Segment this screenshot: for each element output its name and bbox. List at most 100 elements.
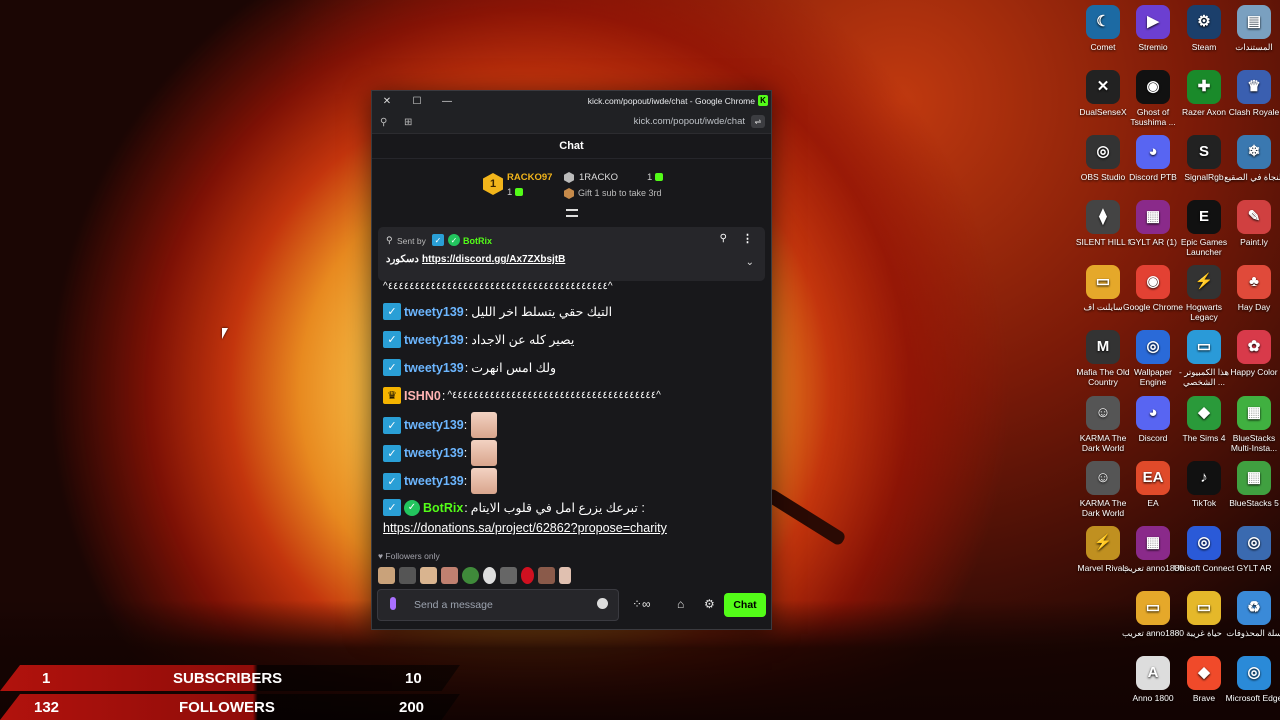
desktop-shortcut-label: سلة المحذوفات [1226, 628, 1280, 638]
site-settings-icon[interactable]: ⇌ [751, 115, 765, 128]
app-icon: A [1136, 656, 1170, 690]
desktop-shortcut[interactable]: ▦ BlueStacks 5 [1222, 461, 1280, 508]
app-icon: ▭ [1187, 330, 1221, 364]
message-username[interactable]: tweety139 [404, 361, 464, 375]
emote-10[interactable] [559, 567, 571, 584]
pinned-discord-link[interactable]: https://discord.gg/Ax7ZXbsjtB [422, 254, 565, 265]
close-window-button[interactable]: ✕ [372, 96, 402, 107]
app-icon: ⚡ [1086, 526, 1120, 560]
leader-2-name[interactable]: 1RACKO [579, 172, 618, 183]
emote-8[interactable] [521, 567, 534, 584]
desktop-shortcut[interactable]: ♛ Clash Royale [1222, 70, 1280, 117]
bot-badge-icon: ✓ [432, 234, 444, 246]
pinned-author[interactable]: BotRix [463, 236, 492, 246]
message-username[interactable]: tweety139 [404, 474, 464, 488]
points-icon[interactable]: ⁘∞ [632, 597, 651, 611]
emote-9[interactable] [538, 567, 555, 584]
microphone-icon[interactable] [390, 597, 396, 610]
followers-goal: 200 [399, 699, 425, 716]
desktop-shortcut-label: النجاة في الصقيع [1224, 172, 1280, 182]
bot-badge-icon: ✓ [383, 359, 401, 376]
desktop-shortcut[interactable]: ♻ سلة المحذوفات [1222, 591, 1280, 638]
app-icon: ♣ [1237, 265, 1271, 299]
verified-badge-icon: ✓ [448, 234, 460, 246]
app-icon: ✕ [1086, 70, 1120, 104]
more-options-icon[interactable]: ⋮ [742, 232, 753, 245]
chat-message: ✓ tweety139 : التيك حقي يتسلط اخر الليل [383, 303, 612, 320]
chat-message: ✓ tweety139 : [383, 440, 498, 466]
chat-message: ♛ ISHN0 : ^٤٤٤٤٤٤٤٤٤٤٤٤٤٤٤٤٤٤٤٤٤٤٤٤٤٤٤٤٤… [383, 387, 661, 404]
emote-2[interactable] [399, 567, 416, 584]
leader-1-name[interactable]: RACKO97 [507, 172, 552, 183]
desktop-shortcut-label: Microsoft Edge [1225, 693, 1280, 703]
maximize-window-button[interactable]: ☐ [402, 96, 432, 107]
collapse-leaderboard-icon[interactable] [566, 209, 578, 217]
pin-icon: ⚲ [386, 235, 393, 245]
message-input[interactable]: Send a message [377, 589, 619, 621]
desktop-shortcut[interactable]: ▤ المستندات [1222, 5, 1280, 52]
message-separator: : [464, 304, 469, 319]
message-text: يصير كله عن الاجداد [471, 333, 575, 347]
emote-4[interactable] [441, 567, 458, 584]
chat-message: ✓ tweety139 : [383, 468, 498, 494]
app-icon: ♛ [1237, 70, 1271, 104]
emote-5[interactable] [462, 567, 479, 584]
unpin-icon[interactable]: ⚲ [720, 233, 727, 244]
desktop-shortcut[interactable]: ▦ BlueStacks Multi-Insta... [1222, 396, 1280, 453]
desktop-shortcut[interactable]: ✎ Paint.ly [1222, 200, 1280, 247]
app-icon: ▦ [1237, 396, 1271, 430]
app-icon: ▭ [1187, 591, 1221, 625]
desktop-shortcut[interactable]: ◎ Microsoft Edge [1222, 656, 1280, 703]
followers-label: FOLLOWERS [179, 699, 275, 716]
message-separator: : [441, 388, 446, 403]
message-username[interactable]: tweety139 [404, 418, 464, 432]
app-icon: ◉ [1136, 265, 1170, 299]
message-separator: : [463, 474, 468, 488]
chat-message: ^٤٤٤٤٤٤٤٤٤٤٤٤٤٤٤٤٤٤٤٤٤٤٤٤٤٤٤٤٤٤٤٤٤٤٤٤٤٤٤… [383, 281, 613, 292]
store-icon[interactable]: ⌂ [677, 597, 684, 611]
emote-3[interactable] [420, 567, 437, 584]
app-icon: ✎ [1237, 200, 1271, 234]
emoji-picker-icon[interactable] [597, 598, 608, 609]
desktop-shortcut[interactable]: ♣ Hay Day [1222, 265, 1280, 312]
app-icon: ▭ [1086, 265, 1120, 299]
app-icon: ⚙ [1187, 5, 1221, 39]
emote-6[interactable] [483, 567, 496, 584]
app-icon: ✚ [1187, 70, 1221, 104]
translate-icon[interactable]: ⊞ [404, 117, 420, 128]
crown-badge-icon: ♛ [383, 387, 401, 404]
bot-badge-icon: ✓ [383, 499, 401, 516]
rank-2-icon [564, 172, 574, 183]
address-url[interactable]: kick.com/popout/iwde/chat [634, 116, 745, 127]
message-separator: : [464, 500, 468, 515]
desktop-shortcut[interactable]: ❄ النجاة في الصقيع [1222, 135, 1280, 182]
app-icon: ⚡ [1187, 265, 1221, 299]
minimize-window-button[interactable]: — [432, 96, 462, 107]
message-username[interactable]: BotRix [423, 501, 463, 515]
app-icon: S [1187, 135, 1221, 169]
app-icon: ✿ [1237, 330, 1271, 364]
donation-link[interactable]: https://donations.sa/project/62862?propo… [383, 521, 667, 535]
expand-pinned-icon[interactable]: ⌄ [746, 257, 754, 268]
mouse-cursor [222, 328, 228, 339]
app-icon: ◎ [1187, 526, 1221, 560]
message-username[interactable]: tweety139 [404, 333, 464, 347]
desktop-shortcut-label: Paint.ly [1240, 237, 1268, 247]
chat-messages: ^٤٤٤٤٤٤٤٤٤٤٤٤٤٤٤٤٤٤٤٤٤٤٤٤٤٤٤٤٤٤٤٤٤٤٤٤٤٤٤… [372, 281, 771, 551]
desktop-shortcut-label: Happy Color [1230, 367, 1278, 377]
message-username[interactable]: tweety139 [404, 305, 464, 319]
subs-label: SUBSCRIBERS [173, 670, 283, 687]
message-username[interactable]: ISHN0 [404, 389, 441, 403]
chat-header: Chat [372, 134, 771, 159]
emote-7[interactable] [500, 567, 517, 584]
send-chat-button[interactable]: Chat [724, 593, 766, 617]
zoom-icon[interactable]: ⚲ [380, 117, 396, 128]
subs-goal: 10 [405, 670, 422, 687]
emote-1[interactable] [378, 567, 395, 584]
desktop-shortcut[interactable]: ✿ Happy Color [1222, 330, 1280, 377]
settings-gear-icon[interactable]: ⚙ [704, 597, 715, 611]
app-icon: ◕ [1136, 396, 1170, 430]
message-username[interactable]: tweety139 [404, 446, 464, 460]
desktop-shortcut[interactable]: ◎ GYLT AR [1222, 526, 1280, 573]
app-icon: ◎ [1086, 135, 1120, 169]
